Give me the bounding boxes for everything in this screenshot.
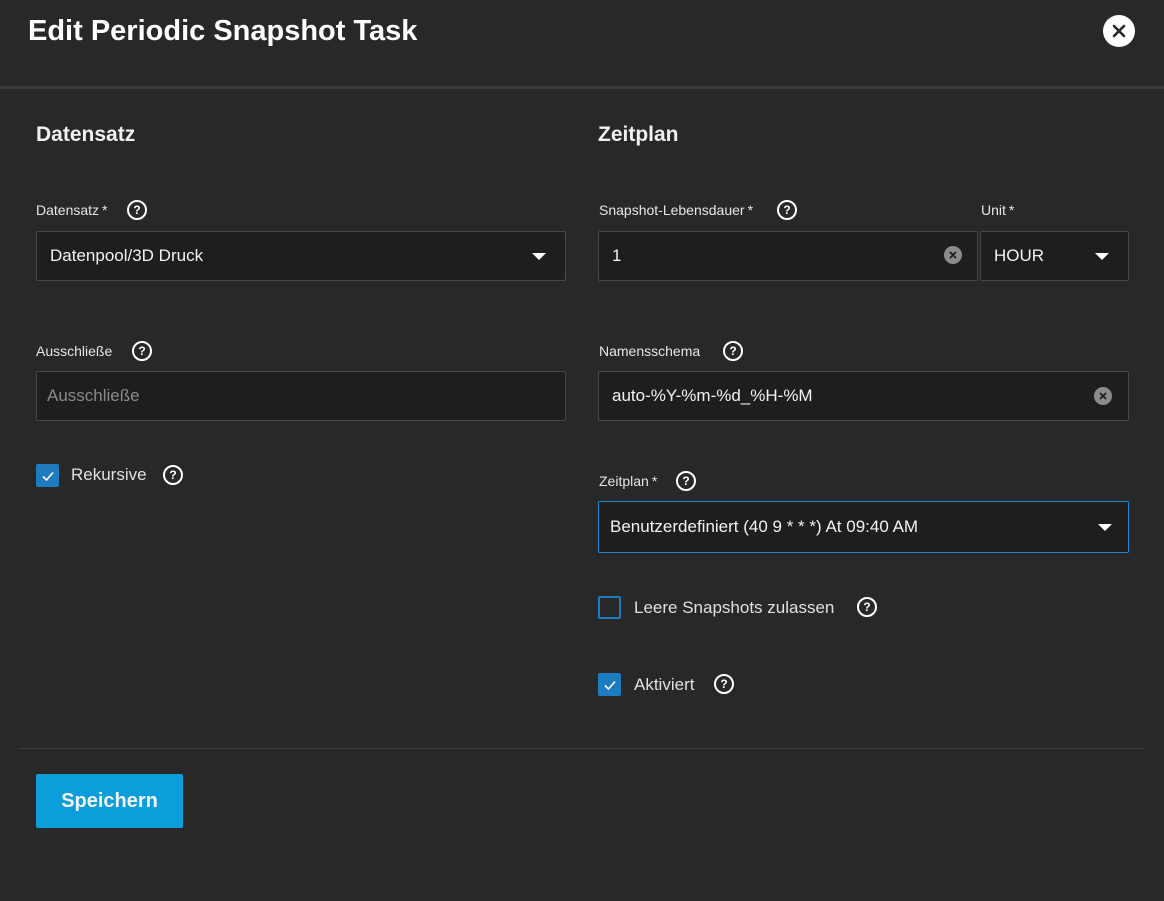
chevron-down-icon (1098, 524, 1112, 531)
check-icon (603, 680, 616, 690)
lifetime-label-text: Snapshot-Lebensdauer (599, 202, 745, 218)
unit-select[interactable]: HOUR (980, 231, 1129, 281)
exclude-help-icon[interactable]: ? (132, 341, 152, 361)
allow-empty-label: Leere Snapshots zulassen (634, 598, 835, 617)
recursive-help-icon[interactable]: ? (163, 465, 183, 485)
unit-label-text: Unit (981, 202, 1006, 218)
clear-icon[interactable] (944, 246, 962, 264)
dataset-label: Datensatz * (36, 202, 108, 218)
clear-x-icon (949, 251, 957, 259)
lifetime-input-value: 1 (612, 246, 622, 265)
recursive-checkbox[interactable] (36, 464, 59, 487)
lifetime-help-icon[interactable]: ? (777, 200, 797, 220)
dataset-help-icon[interactable]: ? (127, 200, 147, 220)
enabled-checkbox[interactable] (598, 673, 621, 696)
schedule-label: Zeitplan * (599, 473, 657, 489)
section-title-dataset: Datensatz (36, 123, 136, 146)
unit-label: Unit * (981, 202, 1014, 218)
dialog-header: Edit Periodic Snapshot Task (0, 0, 1164, 86)
section-title-schedule: Zeitplan (598, 123, 679, 146)
required-mark: * (102, 202, 108, 218)
naming-schema-label: Namensschema (599, 343, 700, 359)
schedule-label-text: Zeitplan (599, 473, 649, 489)
clear-icon[interactable] (1094, 387, 1112, 405)
naming-schema-input[interactable]: auto-%Y-%m-%d_%H-%M (598, 371, 1129, 421)
exclude-input-placeholder: Ausschließe (47, 386, 140, 405)
allow-empty-checkbox[interactable] (598, 596, 621, 619)
dataset-select-value: Datenpool/3D Druck (50, 246, 204, 265)
dataset-label-text: Datensatz (36, 202, 100, 218)
enabled-help-icon[interactable]: ? (714, 674, 734, 694)
close-button[interactable] (1103, 15, 1135, 47)
footer-divider (19, 748, 1144, 749)
required-mark: * (747, 202, 754, 218)
lifetime-input[interactable]: 1 (598, 231, 978, 281)
save-button[interactable]: Speichern (36, 774, 183, 828)
check-icon (41, 471, 54, 481)
naming-schema-help-icon[interactable]: ? (723, 341, 743, 361)
allow-empty-help-icon[interactable]: ? (857, 597, 877, 617)
required-mark: * (1008, 202, 1015, 218)
schedule-help-icon[interactable]: ? (676, 471, 696, 491)
clear-x-icon (1099, 392, 1107, 400)
naming-schema-label-text: Namensschema (599, 343, 701, 359)
recursive-label: Rekursive (71, 465, 147, 484)
close-icon (1112, 24, 1126, 38)
exclude-label-text: Ausschließe (36, 343, 113, 359)
chevron-down-icon (532, 253, 546, 260)
required-mark: * (651, 473, 658, 489)
exclude-input[interactable]: Ausschließe (36, 371, 566, 421)
enabled-label: Aktiviert (634, 675, 695, 694)
header-divider (0, 86, 1164, 89)
exclude-label: Ausschließe (36, 343, 112, 359)
lifetime-label: Snapshot-Lebensdauer * (599, 202, 753, 218)
dialog-title: Edit Periodic Snapshot Task (28, 15, 418, 47)
chevron-down-icon (1095, 253, 1109, 260)
schedule-select[interactable]: Benutzerdefiniert (40 9 * * *) At 09:40 … (598, 501, 1129, 553)
naming-schema-input-value: auto-%Y-%m-%d_%H-%M (612, 386, 813, 405)
unit-select-value: HOUR (994, 246, 1045, 265)
dataset-select[interactable]: Datenpool/3D Druck (36, 231, 566, 281)
schedule-select-value: Benutzerdefiniert (40 9 * * *) At 09:40 … (610, 517, 919, 536)
